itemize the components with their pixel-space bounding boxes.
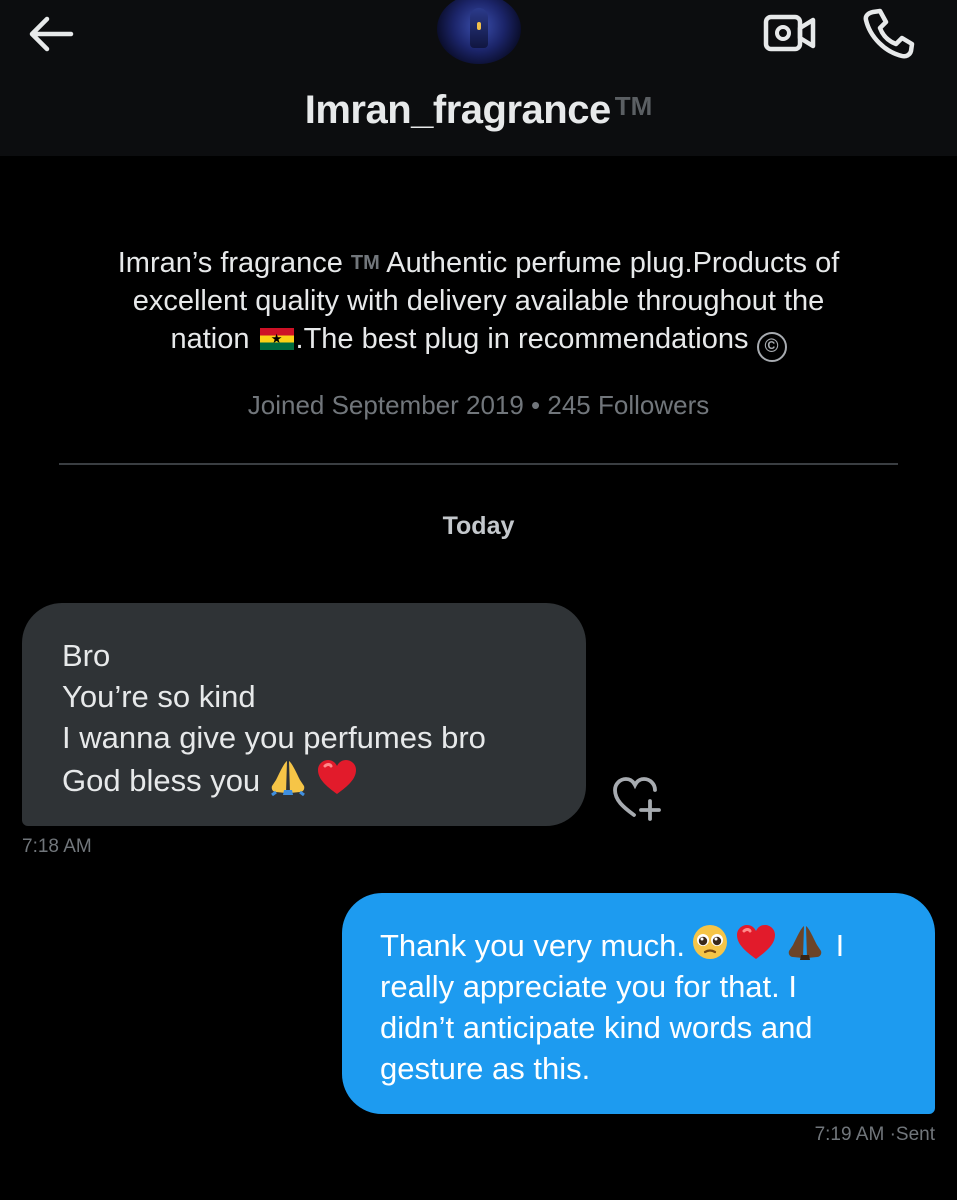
- outgoing-message-bubble[interactable]: Thank you very much. I really appreciate…: [342, 893, 935, 1114]
- red-heart-icon: [736, 925, 775, 959]
- message-line: I wanna give you perfumes bro: [62, 720, 486, 755]
- ghana-flag-icon: [259, 328, 294, 350]
- message-line-with-emoji: Thank you very much. I: [380, 923, 905, 966]
- phone-call-icon: [863, 8, 915, 59]
- video-call-icon: [763, 14, 816, 52]
- delivery-status: Sent: [895, 1124, 935, 1145]
- message-line: Bro: [62, 638, 111, 673]
- add-reaction-button[interactable]: [608, 772, 664, 822]
- profile-avatar[interactable]: [437, 0, 521, 64]
- divider: [59, 463, 898, 465]
- voice-call-button[interactable]: [856, 6, 920, 60]
- page-title: Imran_fragrance: [304, 88, 611, 132]
- message-line: You’re so kind: [62, 679, 256, 714]
- day-separator: Today: [442, 512, 515, 540]
- message-line: really appreciate you for that. I: [380, 969, 798, 1004]
- message-line: didn’t anticipate kind words and: [380, 1010, 813, 1045]
- folded-hands-dark-icon: [788, 926, 822, 960]
- message-timestamp-status: 7:19 AM ·Sent: [814, 1124, 935, 1145]
- profile-meta: Joined September 2019 • 245 Followers: [247, 390, 710, 420]
- trademark-badge: TM: [614, 91, 653, 121]
- folded-hands-icon: [271, 761, 306, 796]
- message-line: gesture as this.: [380, 1051, 591, 1086]
- profile-bio: Imran’s fragrance TM Authentic perfume p…: [50, 244, 907, 362]
- trademark-mark: TM: [350, 252, 380, 274]
- conversation-title[interactable]: Imran_fragrance TM: [0, 88, 957, 136]
- back-button[interactable]: [22, 10, 78, 58]
- conversation-header: Imran_fragrance TM: [0, 0, 957, 156]
- message-timestamp: 7:18 AM: [22, 836, 92, 857]
- add-reaction-heart-icon: [613, 777, 661, 821]
- dm-conversation-screen: Imran_fragrance TM Imran’s fragrance TM A…: [0, 0, 957, 1200]
- message-line-with-emoji: God bless you: [62, 758, 546, 801]
- pleading-face-icon: [692, 925, 727, 959]
- red-heart-icon: [318, 760, 357, 794]
- message-timestamp: 7:19 AM: [814, 1124, 885, 1145]
- incoming-message-bubble[interactable]: Bro You’re so kind I wanna give you perf…: [22, 603, 586, 826]
- video-call-button[interactable]: [758, 8, 822, 58]
- arrow-left-icon: [29, 16, 74, 52]
- copyright-icon: ©: [756, 332, 787, 362]
